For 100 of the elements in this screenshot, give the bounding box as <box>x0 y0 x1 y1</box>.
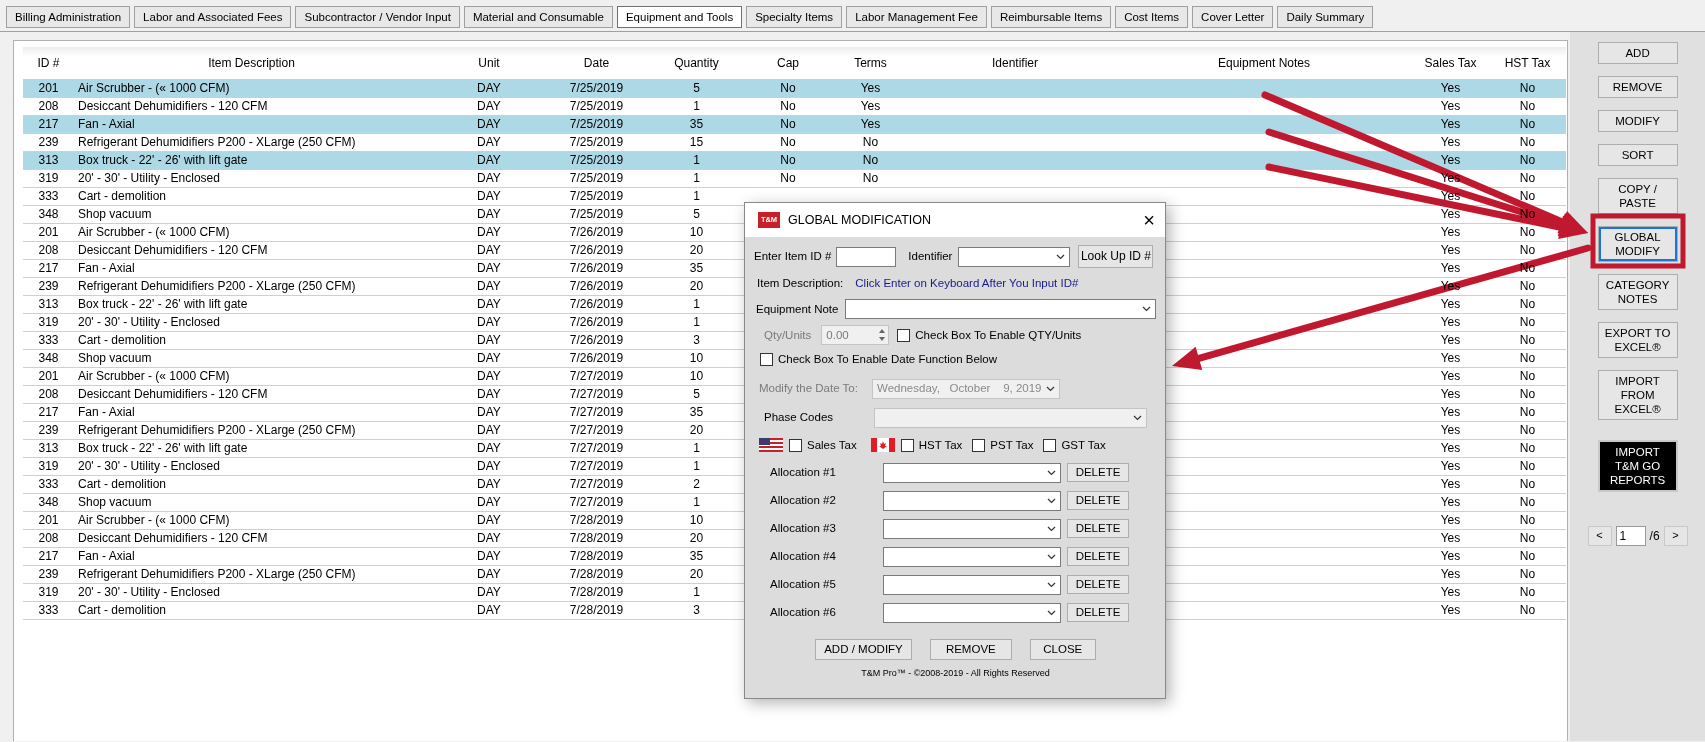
table-cell: DAY <box>477 603 501 617</box>
field-label: Identifier <box>908 248 953 264</box>
table-cell: Yes <box>1440 549 1461 563</box>
table-cell: 319 <box>38 459 59 473</box>
delete-button[interactable]: DELETE <box>1067 519 1129 539</box>
tab[interactable]: Labor Management Fee <box>846 6 987 28</box>
table-cell: DAY <box>477 351 501 365</box>
dialog-button[interactable]: CLOSE <box>1029 638 1096 660</box>
action-button[interactable]: GLOBAL MODIFY <box>1597 226 1678 262</box>
action-button[interactable]: CATEGORY NOTES <box>1597 274 1678 310</box>
delete-button[interactable]: DELETE <box>1067 547 1129 567</box>
column-header[interactable]: Cap <box>749 47 827 79</box>
column-header[interactable]: Quantity <box>644 47 749 79</box>
tab[interactable]: Equipment and Tools <box>616 6 743 28</box>
chevron-down-icon <box>1047 525 1056 532</box>
table-cell: 1 <box>693 171 700 185</box>
table-cell: No <box>1519 369 1536 383</box>
allocation-dropdown[interactable] <box>883 490 1061 511</box>
action-button[interactable]: IMPORT T&M GO REPORTS <box>1597 440 1678 492</box>
lookup-button[interactable]: Look Up ID # <box>1078 245 1154 268</box>
identifier-dropdown[interactable] <box>958 246 1071 267</box>
delete-button[interactable]: DELETE <box>1067 463 1129 483</box>
table-cell: No <box>1519 99 1536 113</box>
table-cell: 7/26/2019 <box>569 261 624 275</box>
checkbox[interactable] <box>900 438 914 452</box>
delete-button[interactable]: DELETE <box>1067 575 1129 595</box>
allocation-dropdown[interactable] <box>883 602 1061 623</box>
table-cell: DAY <box>477 171 501 185</box>
column-header[interactable]: HST Tax <box>1489 47 1566 79</box>
tab[interactable]: Reimbursable Items <box>990 6 1112 28</box>
previous-page-button[interactable]: < <box>1587 526 1612 546</box>
action-button[interactable]: EXPORT TO EXCEL® <box>1597 322 1678 358</box>
table-cell: 208 <box>38 387 59 401</box>
tab[interactable]: Subcontractor / Vendor Input <box>295 6 460 28</box>
column-header[interactable]: Terms <box>827 47 914 79</box>
tab[interactable]: Billing Administration <box>6 6 131 28</box>
table-cell: 7/26/2019 <box>569 279 624 293</box>
allocation-dropdown[interactable] <box>883 574 1061 595</box>
action-button[interactable]: COPY / PASTE <box>1597 178 1678 214</box>
table-cell: 201 <box>38 513 59 527</box>
table-cell: No <box>1519 243 1536 257</box>
column-header[interactable]: Item Description <box>74 47 429 79</box>
checkbox[interactable] <box>1043 438 1057 452</box>
tab[interactable]: Cover Letter <box>1192 6 1274 28</box>
equipment-note-dropdown[interactable] <box>845 299 1157 320</box>
delete-button[interactable]: DELETE <box>1067 491 1129 511</box>
next-page-button[interactable]: > <box>1663 526 1688 546</box>
tab[interactable]: Cost Items <box>1115 6 1189 28</box>
table-cell: 20' - 30' - Utility - Enclosed <box>78 585 220 599</box>
column-header[interactable]: Equipment Notes <box>1116 47 1412 79</box>
table-cell: Cart - demolition <box>78 477 167 491</box>
table-cell: 239 <box>38 135 59 149</box>
checkbox[interactable] <box>972 438 986 452</box>
action-button[interactable]: SORT <box>1597 144 1678 166</box>
checkbox[interactable] <box>760 353 773 367</box>
table-cell: No <box>1519 549 1536 563</box>
checkbox-label: Sales Tax <box>807 437 857 453</box>
table-cell: DAY <box>477 423 501 437</box>
action-button[interactable]: IMPORT FROM EXCEL® <box>1597 370 1678 420</box>
action-button[interactable]: MODIFY <box>1597 110 1678 132</box>
table-cell: Yes <box>1440 603 1461 617</box>
table-cell: Yes <box>860 117 881 131</box>
tab[interactable]: Specialty Items <box>746 6 843 28</box>
allocation-dropdown[interactable] <box>883 518 1061 539</box>
column-header[interactable]: Sales Tax <box>1412 47 1489 79</box>
checkbox[interactable] <box>897 328 911 342</box>
action-button[interactable]: ADD <box>1597 42 1678 64</box>
allocation-dropdown[interactable] <box>883 462 1061 483</box>
table-cell: Yes <box>1440 135 1461 149</box>
table-cell: No <box>1519 333 1536 347</box>
table-cell: Yes <box>1440 477 1461 491</box>
field-label: Allocation #1 <box>770 465 837 481</box>
column-header[interactable]: Date <box>549 47 644 79</box>
item-id-field[interactable] <box>836 246 897 267</box>
table-cell: Air Scrubber - (« 1000 CFM) <box>78 369 230 383</box>
table-cell: 1 <box>693 153 700 167</box>
dialog-button[interactable]: ADD / MODIFY <box>815 638 912 660</box>
delete-button[interactable]: DELETE <box>1067 603 1129 623</box>
checkbox[interactable] <box>789 438 802 452</box>
column-header[interactable]: Identifier <box>914 47 1116 79</box>
table-cell: DAY <box>477 387 501 401</box>
action-button[interactable]: REMOVE <box>1597 76 1678 98</box>
table-cell: DAY <box>477 243 501 257</box>
tab[interactable]: Material and Consumable <box>463 6 613 28</box>
tab[interactable]: Daily Summary <box>1277 6 1374 28</box>
table-cell: 1 <box>693 99 700 113</box>
table-cell: No <box>1519 495 1536 509</box>
table-cell: DAY <box>477 495 501 509</box>
page-field[interactable]: 1 <box>1615 526 1646 546</box>
column-header[interactable]: Unit <box>429 47 549 79</box>
tab[interactable]: Labor and Associated Fees <box>134 6 292 28</box>
close-button[interactable]: × <box>1143 210 1155 230</box>
table-cell: 1 <box>693 441 700 455</box>
field-label: Allocation #4 <box>770 549 837 565</box>
column-header[interactable]: ID # <box>23 47 74 79</box>
table-cell: Refrigerant Dehumidifiers P200 - XLarge (250 CFM) <box>78 135 356 149</box>
dialog-button[interactable]: REMOVE <box>929 638 1012 660</box>
allocation-dropdown[interactable] <box>883 546 1061 567</box>
table-cell: 313 <box>38 441 59 455</box>
table-cell: No <box>1519 117 1536 131</box>
